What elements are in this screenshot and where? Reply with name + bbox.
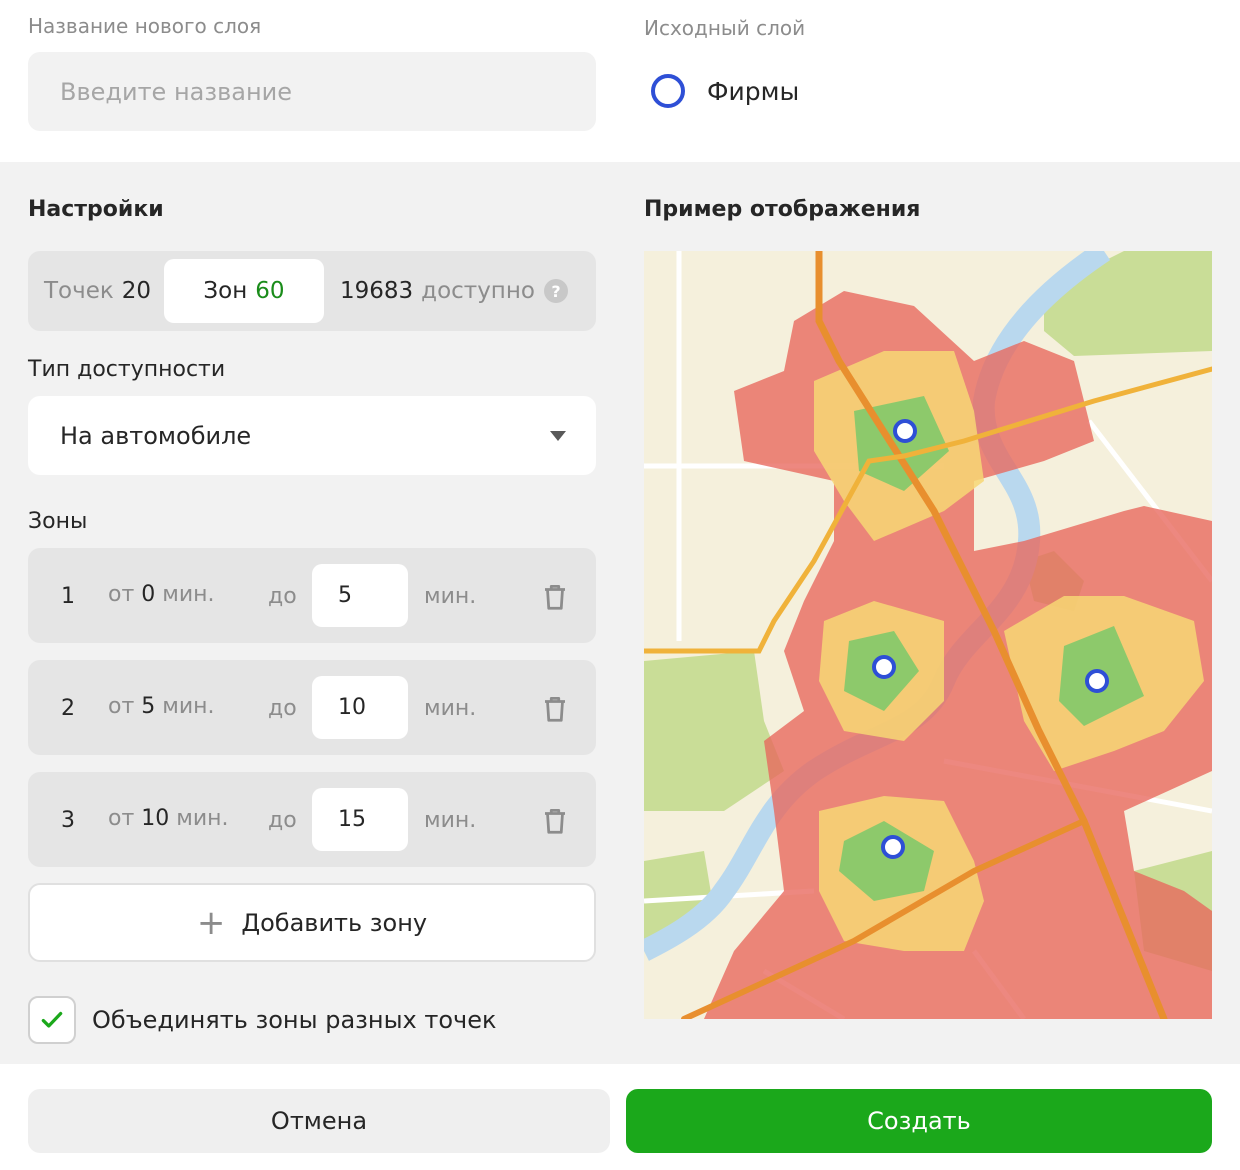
plus-icon: + (196, 902, 226, 943)
zone-number: 1 (61, 584, 75, 609)
zone-from-value: 5 (141, 694, 156, 719)
preview-map (644, 251, 1212, 1019)
zone-from-value: 0 (141, 582, 156, 607)
zone-from: от 5 мин. (108, 694, 215, 719)
zone-to-word: до (268, 696, 297, 721)
settings-title: Настройки (28, 197, 164, 222)
zone-to-input[interactable] (312, 676, 408, 739)
cancel-button[interactable]: Отмена (28, 1089, 610, 1153)
stat-points-value: 20 (121, 278, 152, 304)
zone-from-unit: мин. (162, 582, 215, 607)
zone-from-unit: мин. (162, 694, 215, 719)
source-layer-name: Фирмы (707, 76, 800, 106)
stats-bar: Точек 20 Зон 60 19683 доступно ? (28, 251, 596, 331)
trash-icon[interactable] (540, 806, 570, 836)
stat-available: 19683 доступно (340, 251, 535, 331)
create-button[interactable]: Создать (626, 1089, 1212, 1153)
add-zone-button[interactable]: + Добавить зону (28, 883, 596, 962)
zone-to-word: до (268, 808, 297, 833)
accessibility-value: На автомобиле (60, 421, 252, 450)
preview-title: Пример отображения (644, 197, 921, 222)
zone-from-value: 10 (141, 806, 170, 831)
map-illustration (644, 251, 1212, 1019)
trash-icon[interactable] (540, 694, 570, 724)
stat-available-label: доступно (421, 278, 535, 304)
zone-number: 2 (61, 696, 75, 721)
zone-from-word: от (108, 582, 135, 607)
accessibility-label: Тип доступности (28, 357, 226, 382)
zone-to-unit: мин. (424, 808, 477, 833)
zone-from: от 0 мин. (108, 582, 215, 607)
stat-zones-value: 60 (255, 278, 285, 304)
zone-row: 1 от 0 мин. до мин. (28, 548, 596, 643)
new-layer-label: Название нового слоя (28, 14, 262, 38)
zones-label: Зоны (28, 509, 88, 534)
merge-zones-label: Объединять зоны разных точек (92, 1006, 497, 1034)
trash-icon[interactable] (540, 582, 570, 612)
stat-points: Точек 20 (44, 251, 151, 331)
zone-row: 3 от 10 мин. до мин. (28, 772, 596, 867)
zone-to-unit: мин. (424, 584, 477, 609)
zone-to-unit: мин. (424, 696, 477, 721)
accessibility-select[interactable]: На автомобиле (28, 396, 596, 475)
zone-row: 2 от 5 мин. до мин. (28, 660, 596, 755)
stat-zones[interactable]: Зон 60 (164, 259, 324, 323)
zone-number: 3 (61, 808, 75, 833)
stat-zones-label: Зон (203, 278, 248, 304)
caret-down-icon (550, 431, 566, 441)
zone-to-input[interactable] (312, 564, 408, 627)
zone-from-unit: мин. (176, 806, 229, 831)
question-circle-icon[interactable]: ? (544, 279, 568, 303)
zone-to-word: до (268, 584, 297, 609)
source-layer-label: Исходный слой (644, 16, 806, 40)
zone-to-input[interactable] (312, 788, 408, 851)
stat-available-value: 19683 (340, 278, 414, 304)
zone-from-word: от (108, 806, 135, 831)
layer-point-icon (651, 74, 685, 108)
zone-from: от 10 мин. (108, 806, 229, 831)
stat-points-label: Точек (44, 278, 114, 304)
add-zone-label: Добавить зону (241, 908, 428, 937)
check-icon (41, 1011, 63, 1028)
layer-name-input[interactable] (28, 52, 596, 131)
merge-zones-checkbox[interactable] (28, 996, 76, 1044)
source-layer: Фирмы (651, 74, 799, 108)
zone-from-word: от (108, 694, 135, 719)
